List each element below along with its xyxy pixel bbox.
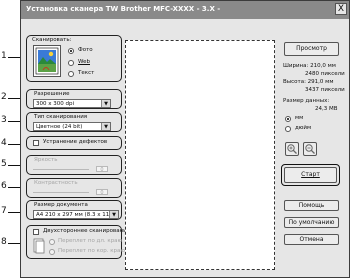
radio-web-label: Web	[78, 59, 90, 65]
brightness-value[interactable]: 0	[96, 166, 108, 173]
width-label: Ширина: 210,0 мм	[283, 63, 336, 69]
callout-7: 7	[1, 206, 7, 216]
unit-mm-label: мм	[295, 115, 304, 121]
data-size-label: Размер данных:	[283, 98, 330, 104]
preview-button[interactable]: Просмотр	[284, 42, 339, 56]
resolution-value: 300 x 300 dpi	[36, 101, 75, 107]
height-label: Высота: 291,0 мм	[283, 79, 334, 85]
doc-size-value: A4 210 x 297 мм (8.3 x 11...	[36, 212, 115, 218]
callout-1: 1	[1, 51, 7, 61]
doc-size-label: Размер документа	[34, 202, 88, 208]
close-button[interactable]: X	[335, 3, 347, 15]
radio-photo-label: Фото	[78, 47, 93, 53]
chevron-down-icon: ▼	[101, 123, 110, 130]
data-size-value: 24,3 MB	[315, 106, 338, 112]
radio-long-edge[interactable]	[49, 239, 55, 245]
radio-short-edge[interactable]	[49, 249, 55, 255]
contrast-value[interactable]: 0	[96, 189, 108, 196]
long-edge-label: Переплет по дл. краю	[58, 238, 123, 244]
duplex-icon	[33, 238, 45, 254]
callout-8: 8	[1, 237, 7, 247]
help-button[interactable]: Помощь	[284, 200, 339, 211]
radio-photo[interactable]	[68, 48, 74, 54]
radio-text-label: Текст	[78, 70, 95, 76]
height-pixels: 3437 пиксели	[305, 87, 345, 93]
brightness-track	[33, 169, 89, 170]
contrast-track	[33, 192, 89, 193]
resolution-label: Разрешение	[34, 91, 70, 97]
scan-type-value: Цветное (24 bit)	[36, 124, 83, 130]
width-pixels: 2480 пиксели	[305, 71, 345, 77]
chevron-down-icon: ▼	[101, 100, 110, 107]
radio-unit-mm[interactable]	[285, 116, 291, 122]
brightness-label: Яркость	[34, 157, 58, 163]
radio-web[interactable]	[68, 60, 74, 66]
zoom-in-button[interactable]	[285, 142, 299, 156]
scan-type-label: Тип сканирования	[34, 114, 88, 120]
callout-2: 2	[1, 92, 7, 102]
default-button[interactable]: По умолчанию	[284, 217, 339, 228]
zoom-in-icon	[287, 144, 297, 154]
radio-text[interactable]	[68, 71, 74, 77]
cancel-button[interactable]: Отмена	[284, 234, 339, 245]
scan-type-select[interactable]: Цветное (24 bit) ▼	[33, 122, 111, 131]
zoom-out-button[interactable]	[303, 142, 317, 156]
defects-checkbox[interactable]	[33, 140, 39, 146]
zoom-out-icon	[305, 144, 315, 154]
short-edge-label: Переплет по кор. краю	[58, 248, 126, 254]
chevron-down-icon: ▼	[109, 211, 118, 218]
start-button[interactable]: Старт	[284, 167, 337, 183]
brightness-slider[interactable]	[33, 166, 91, 172]
duplex-checkbox[interactable]	[33, 229, 39, 235]
contrast-label: Контрастность	[34, 180, 78, 186]
doc-size-select[interactable]: A4 210 x 297 мм (8.3 x 11... ▼	[33, 210, 119, 219]
callout-4: 4	[1, 138, 7, 148]
duplex-label: Двухстороннее сканирование	[43, 228, 131, 234]
scan-mode-label: Сканировать:	[32, 37, 72, 43]
callout-3: 3	[1, 115, 7, 125]
radio-unit-inch[interactable]	[285, 126, 291, 132]
preview-area[interactable]	[125, 40, 275, 270]
photo-preview-icon	[33, 45, 61, 77]
callout-5: 5	[1, 159, 7, 169]
unit-inch-label: дюйм	[295, 125, 312, 131]
window-title: Установка сканера TW Brother MFC-XXXX - …	[26, 5, 221, 13]
defects-label: Устранение дефектов	[43, 139, 108, 145]
contrast-slider[interactable]	[33, 189, 91, 195]
callout-6: 6	[1, 181, 7, 191]
resolution-select[interactable]: 300 x 300 dpi ▼	[33, 99, 111, 108]
